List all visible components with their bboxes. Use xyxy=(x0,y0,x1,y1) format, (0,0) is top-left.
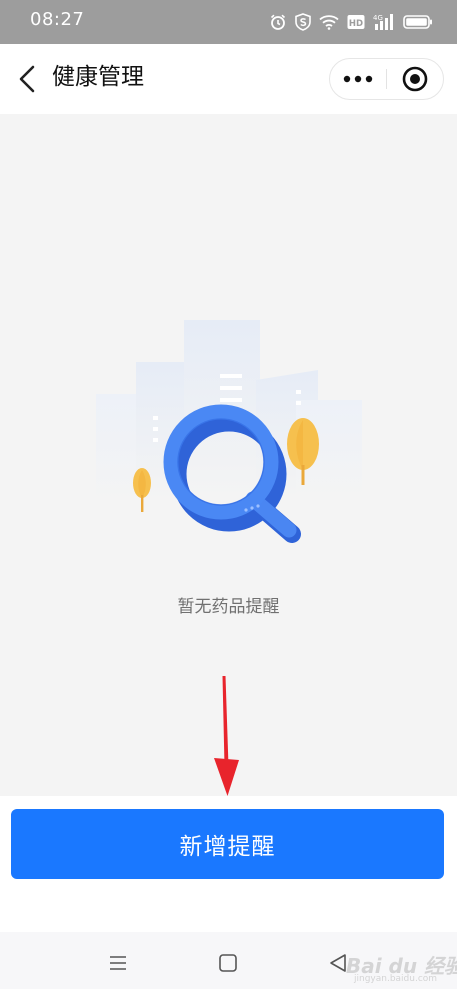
bottom-action-area: 新增提醒 xyxy=(0,796,457,932)
status-time: 08:27 xyxy=(30,9,85,30)
back-button[interactable] xyxy=(10,60,44,98)
wifi-icon xyxy=(319,15,339,30)
content-area: 暂无药品提醒 xyxy=(0,114,457,796)
nav-bar: 健康管理 xyxy=(0,44,457,114)
shield-s-icon xyxy=(295,13,311,31)
watermark-url: jingyan.baidu.com xyxy=(354,974,438,984)
menu-lines-icon xyxy=(110,956,126,970)
page-title: 健康管理 xyxy=(52,64,144,90)
status-icons: HD 4G xyxy=(269,11,433,33)
empty-state-text: 暂无药品提醒 xyxy=(177,597,280,617)
red-arrow-annotation xyxy=(214,676,239,796)
baidu-jingyan-watermark: Bai du 经验 jingyan.baidu.com xyxy=(340,932,457,989)
signal-4g-icon: 4G xyxy=(373,14,393,30)
battery-icon xyxy=(403,15,432,29)
svg-text:HD: HD xyxy=(349,19,363,29)
more-button[interactable] xyxy=(330,59,386,99)
add-reminder-button[interactable]: 新增提醒 xyxy=(11,809,444,879)
target-circle-icon xyxy=(402,66,428,92)
hd-icon: HD xyxy=(347,15,365,29)
system-menu-button[interactable] xyxy=(106,952,130,974)
system-nav-bar: Bai du 经验 jingyan.baidu.com xyxy=(0,932,457,989)
square-home-icon xyxy=(219,954,237,972)
alarm-icon xyxy=(270,14,286,30)
mini-program-capsule xyxy=(329,58,444,100)
svg-text:4G: 4G xyxy=(373,14,383,22)
close-miniprogram-button[interactable] xyxy=(387,59,443,99)
more-dots-icon xyxy=(343,75,373,83)
status-bar: 08:27 HD 4G xyxy=(0,0,457,44)
magnifier-buildings-illustration xyxy=(96,320,362,543)
chevron-left-icon xyxy=(19,65,35,93)
system-home-button[interactable] xyxy=(216,952,240,974)
